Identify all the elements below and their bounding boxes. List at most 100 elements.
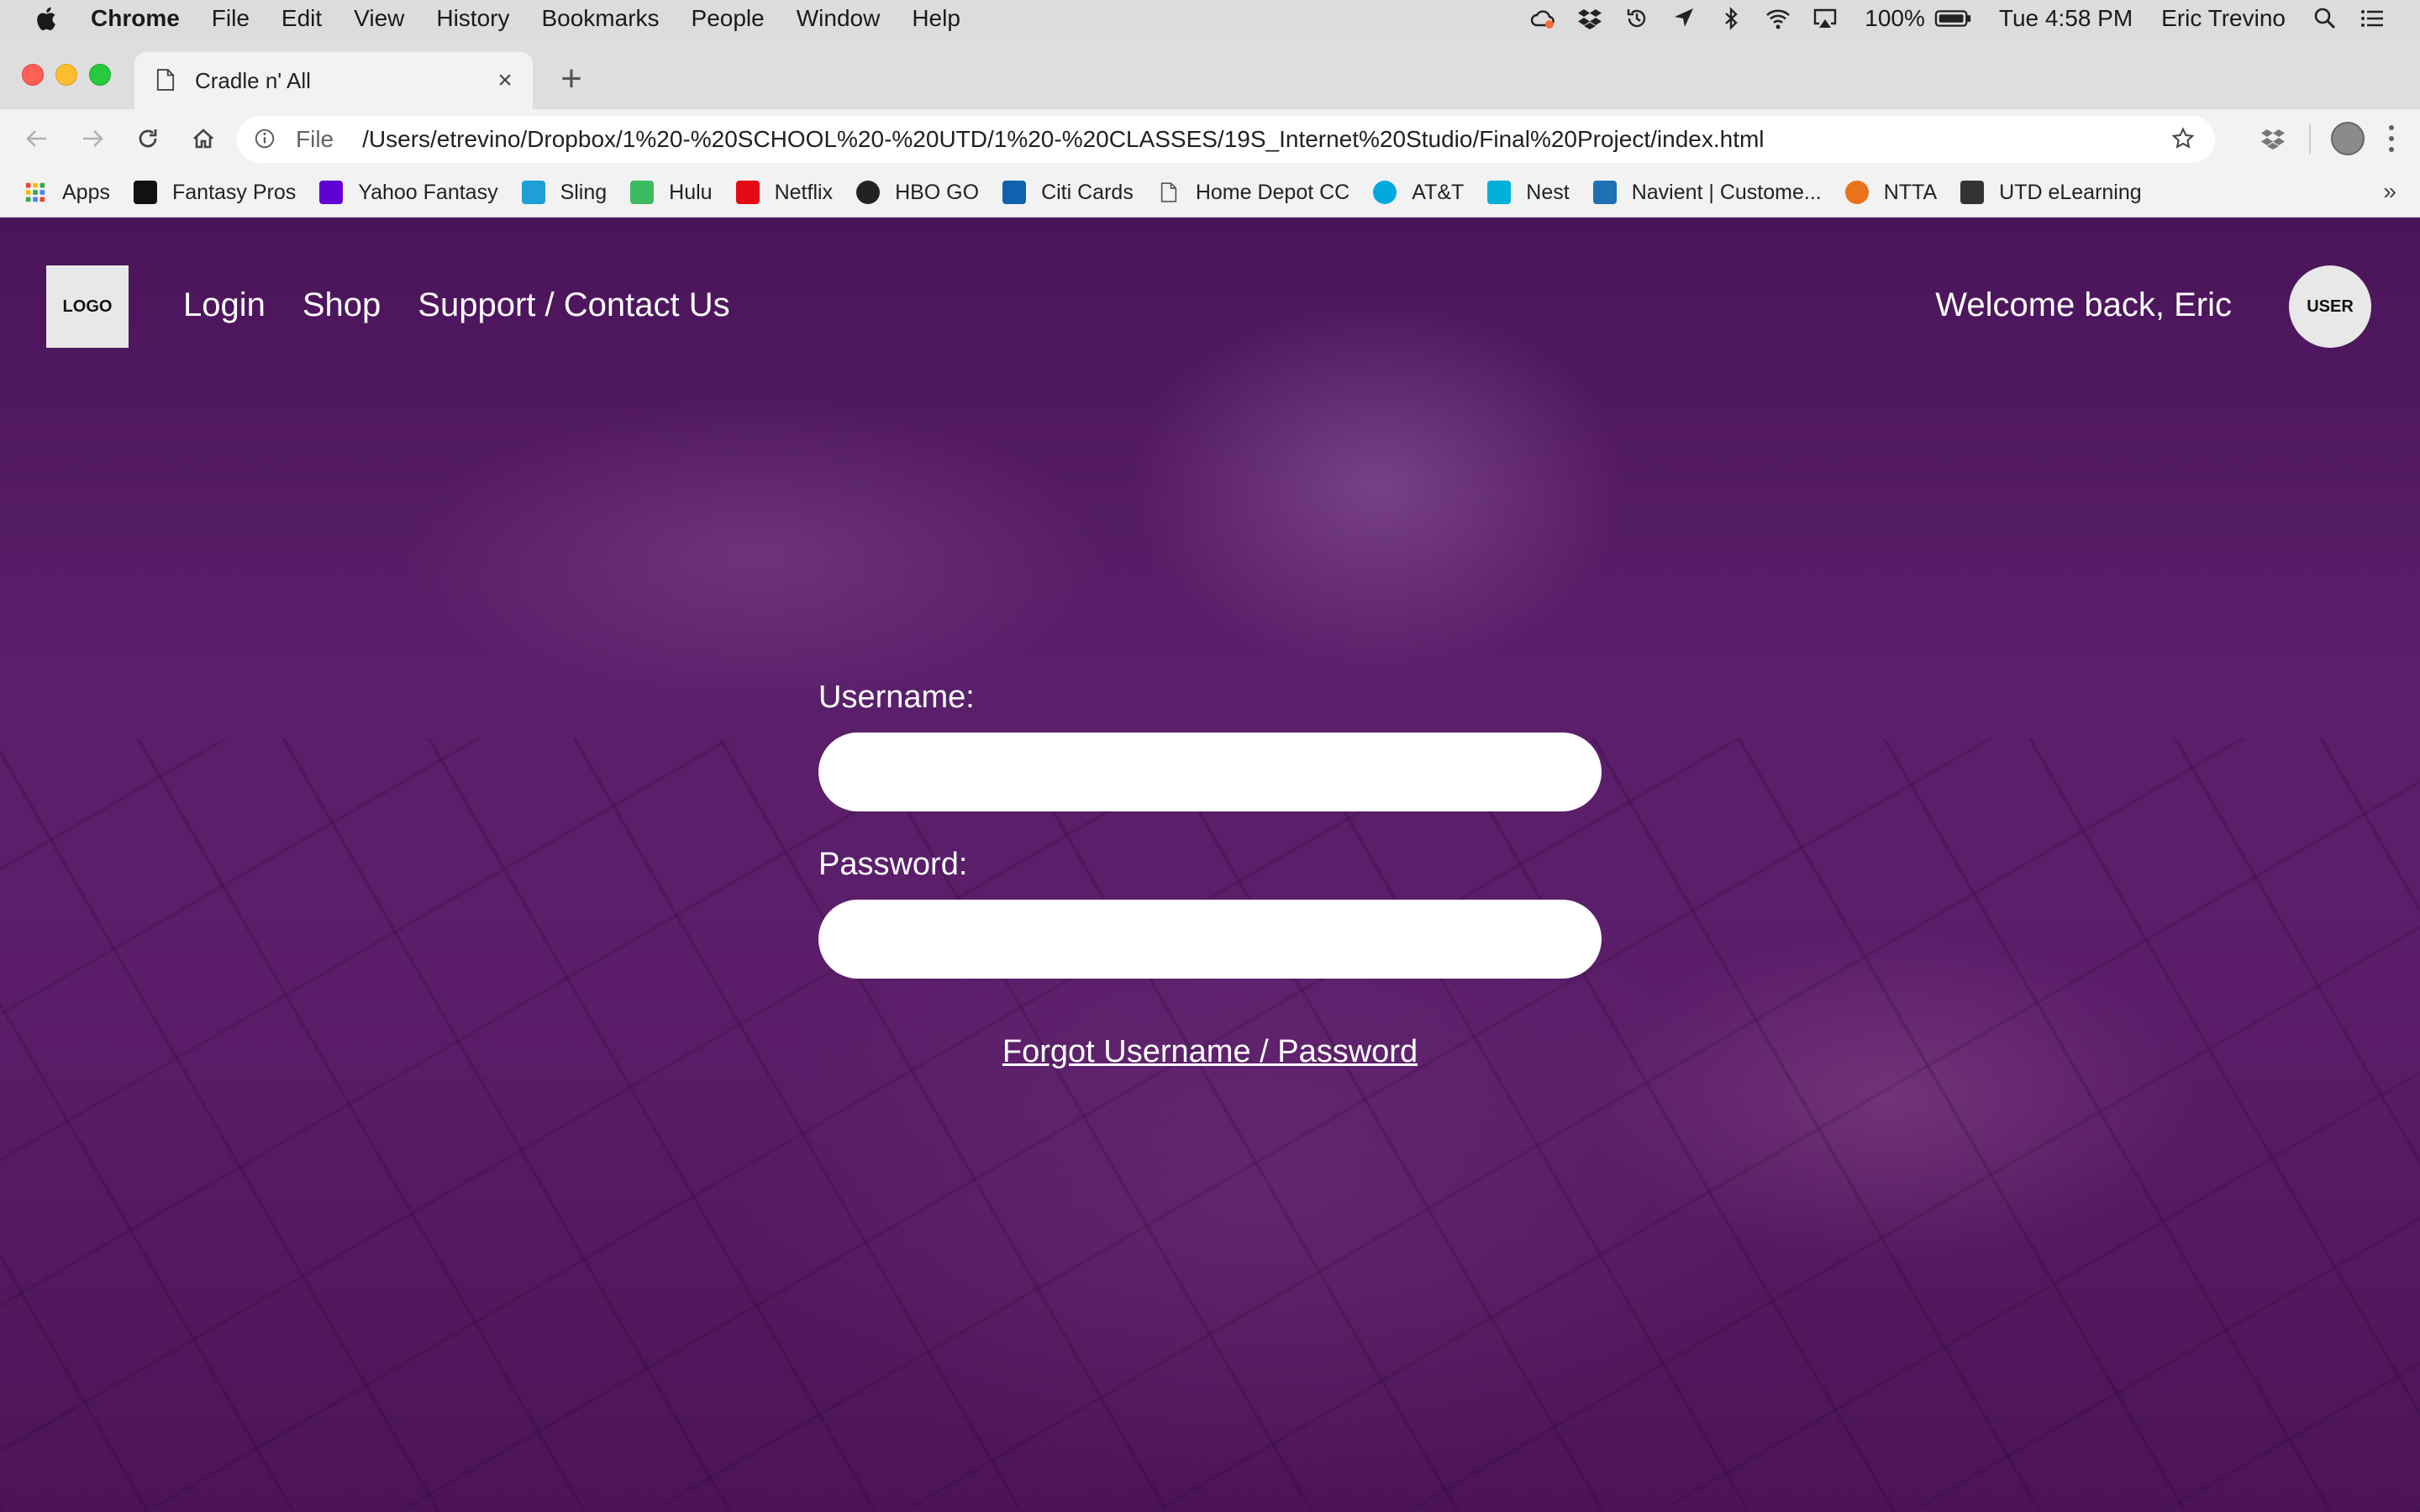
site-logo[interactable]: LOGO <box>46 265 129 348</box>
battery-icon[interactable] <box>1933 6 1974 31</box>
minimize-window-button[interactable] <box>55 64 77 86</box>
bookmark-label: Netflix <box>774 180 834 204</box>
dropbox-icon[interactable] <box>1576 6 1604 31</box>
reload-button[interactable] <box>129 120 166 157</box>
status-tray: 100% Tue 4:58 PM Eric Trevino <box>1510 5 2386 32</box>
bookmark-item[interactable]: Netflix <box>735 180 834 205</box>
bookmark-label: UTD eLearning <box>1999 180 2142 204</box>
menu-people[interactable]: People <box>692 5 765 32</box>
menu-help[interactable]: Help <box>912 5 960 32</box>
bookmark-label: Sling <box>560 180 608 204</box>
site-nav: Login Shop Support / Contact Us <box>183 286 767 324</box>
username-input[interactable] <box>818 732 1602 811</box>
site-info-icon[interactable] <box>254 128 277 151</box>
time-machine-icon[interactable] <box>1623 6 1651 31</box>
menu-file[interactable]: File <box>212 5 250 32</box>
netflix-icon <box>735 181 760 204</box>
bookmarks-bar: Apps Fantasy Pros Yahoo Fantasy Sling Hulu Ne… <box>0 168 2420 218</box>
yahoo-icon <box>319 181 344 204</box>
blackboard-icon <box>1960 181 1985 204</box>
nav-shop-link[interactable]: Shop <box>302 286 381 324</box>
menu-edit[interactable]: Edit <box>281 5 322 32</box>
browser-tab-strip: Cradle n' All × + <box>0 37 2420 109</box>
bookmark-label: Fantasy Pros <box>171 180 297 204</box>
apps-grid-icon <box>24 181 47 204</box>
home-button[interactable] <box>185 120 222 157</box>
toolbar-separator <box>2309 123 2311 154</box>
forward-button[interactable] <box>74 120 111 157</box>
macos-menu-bar: Chrome File Edit View History Bookmarks … <box>0 0 2420 37</box>
menu-view[interactable]: View <box>354 5 404 32</box>
bookmark-star-icon[interactable] <box>2171 127 2196 152</box>
menu-bookmarks[interactable]: Bookmarks <box>541 5 659 32</box>
chrome-menu-icon[interactable] <box>2383 122 2400 155</box>
bookmark-item[interactable]: Navient | Custome... <box>1592 180 1822 205</box>
sling-icon <box>521 181 545 204</box>
address-bar[interactable]: File /Users/etrevino/Dropbox/1%20-%20SCH… <box>237 116 2215 163</box>
tab-cradle-n-all[interactable]: Cradle n' All × <box>134 52 533 109</box>
bookmark-item[interactable]: AT&T <box>1373 181 1464 205</box>
nav-login-link[interactable]: Login <box>183 286 266 324</box>
welcome-message: Welcome back, Eric <box>1935 286 2232 323</box>
fullscreen-window-button[interactable] <box>89 64 111 86</box>
notification-center-icon[interactable] <box>2358 6 2386 31</box>
page-content: LOGO Login Shop Support / Contact Us Wel… <box>0 218 2420 1512</box>
url-text[interactable]: /Users/etrevino/Dropbox/1%20-%20SCHOOL%2… <box>362 126 2171 153</box>
more-bookmarks-chevron-icon[interactable]: » <box>2383 178 2396 205</box>
location-arrow-icon[interactable] <box>1670 6 1698 31</box>
bluetooth-icon[interactable] <box>1717 6 1745 31</box>
menubar-user-name[interactable]: Eric Trevino <box>2161 5 2286 32</box>
bookmark-item[interactable]: UTD eLearning <box>1960 181 2142 205</box>
bookmark-item[interactable]: Fantasy Pros <box>133 180 297 205</box>
nest-icon <box>1487 181 1512 204</box>
bookmark-label: HBO GO <box>895 180 980 204</box>
site-header: LOGO Login Shop Support / Contact Us Wel… <box>0 218 2420 369</box>
bookmark-item[interactable]: Yahoo Fantasy <box>319 181 498 205</box>
user-avatar[interactable]: USER <box>2289 265 2371 348</box>
creative-cloud-icon[interactable] <box>1528 6 1557 31</box>
bookmark-item[interactable]: Citi Cards <box>1002 181 1134 205</box>
bookmark-item[interactable]: Home Depot CC <box>1157 181 1349 205</box>
login-form: Username: Password: <box>818 680 1602 979</box>
tab-close-icon[interactable]: × <box>491 66 519 95</box>
spotlight-search-icon[interactable] <box>2311 6 2339 31</box>
hulu-icon <box>630 181 655 204</box>
bookmark-item[interactable]: Sling <box>521 180 608 205</box>
back-button[interactable] <box>18 120 55 157</box>
password-label: Password: <box>818 847 968 882</box>
bookmark-label: Navient | Custome... <box>1631 180 1822 204</box>
bookmark-label: Apps <box>62 180 110 204</box>
bookmark-label: Home Depot CC <box>1195 180 1350 204</box>
bookmark-label: Nest <box>1526 180 1570 204</box>
clock[interactable]: Tue 4:58 PM <box>1999 5 2133 32</box>
bookmark-label: Hulu <box>669 180 713 204</box>
navient-icon <box>1592 181 1617 204</box>
bookmark-item[interactable]: Hulu <box>630 180 713 205</box>
bookmark-label: Citi Cards <box>1041 180 1134 204</box>
tab-title: Cradle n' All <box>195 67 311 93</box>
nav-support-contact-link[interactable]: Support / Contact Us <box>418 286 729 324</box>
airplay-icon[interactable] <box>1811 6 1839 31</box>
dropbox-extension-icon[interactable] <box>2259 124 2287 153</box>
fantasy-pros-icon <box>133 181 157 204</box>
bookmark-item[interactable]: NTTA <box>1844 180 1938 205</box>
password-input[interactable] <box>818 900 1602 979</box>
att-icon <box>1373 181 1397 204</box>
bookmark-item[interactable]: Apps <box>24 181 110 205</box>
browser-toolbar: File /Users/etrevino/Dropbox/1%20-%20SCH… <box>0 109 2420 168</box>
menu-history[interactable]: History <box>436 5 509 32</box>
new-tab-button[interactable]: + <box>555 60 588 97</box>
menu-window[interactable]: Window <box>797 5 881 32</box>
wifi-icon[interactable] <box>1764 6 1792 31</box>
menu-app-chrome[interactable]: Chrome <box>91 5 180 32</box>
forgot-credentials-link[interactable]: Forgot Username / Password <box>818 1034 1602 1070</box>
close-window-button[interactable] <box>22 64 44 86</box>
bookmark-item[interactable]: Nest <box>1487 180 1570 205</box>
bookmark-label: NTTA <box>1883 180 1938 204</box>
citi-icon <box>1002 181 1027 204</box>
ntta-icon <box>1844 181 1869 204</box>
profile-avatar[interactable] <box>2331 122 2365 155</box>
document-icon <box>156 68 176 93</box>
apple-menu-icon[interactable] <box>34 4 59 33</box>
bookmark-item[interactable]: HBO GO <box>856 181 979 205</box>
